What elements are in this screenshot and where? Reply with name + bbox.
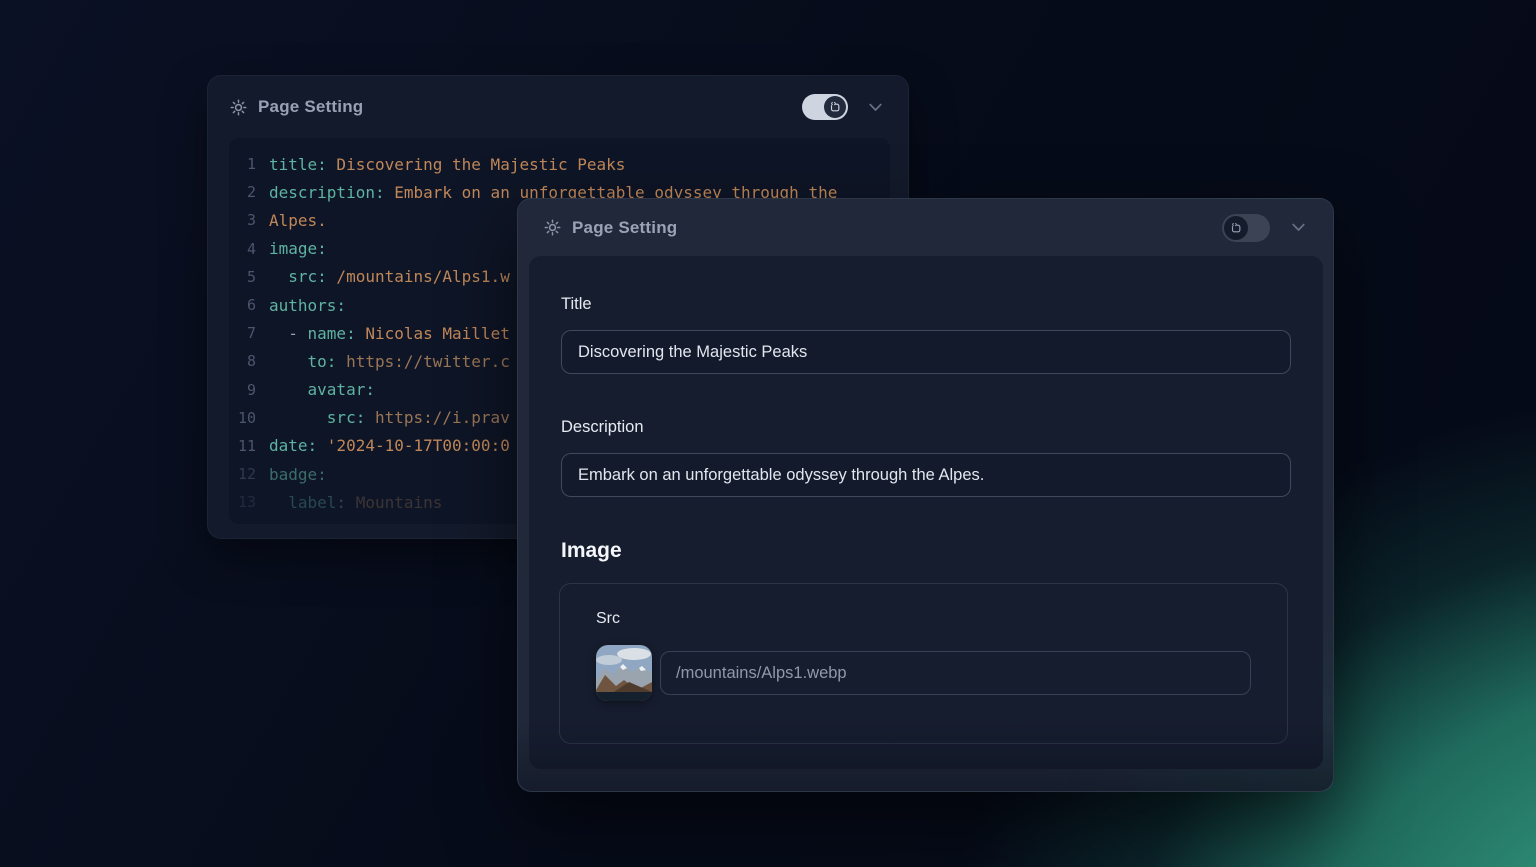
line-number: 12 bbox=[229, 465, 269, 483]
line-number: 9 bbox=[229, 381, 269, 399]
description-input[interactable] bbox=[561, 453, 1291, 497]
image-thumbnail[interactable] bbox=[596, 645, 652, 701]
panel-title: Page Setting bbox=[572, 218, 677, 238]
page-background: Page Setting 1title: Discovering the Maj… bbox=[0, 0, 1536, 867]
line-number: 10 bbox=[229, 409, 269, 427]
gear-icon bbox=[543, 218, 562, 237]
gear-icon bbox=[229, 98, 248, 117]
description-label: Description bbox=[561, 418, 1291, 437]
code-form-toggle-icon bbox=[828, 100, 842, 114]
title-input[interactable] bbox=[561, 330, 1291, 374]
line-number: 8 bbox=[229, 352, 269, 370]
line-number: 6 bbox=[229, 296, 269, 314]
mountain-photo bbox=[596, 645, 652, 701]
code-line: 1title: Discovering the Majestic Peaks bbox=[229, 150, 890, 178]
image-section-heading: Image bbox=[561, 539, 1291, 563]
title-label: Title bbox=[561, 295, 1291, 314]
line-number: 5 bbox=[229, 268, 269, 286]
line-number: 2 bbox=[229, 183, 269, 201]
chevron-down-icon[interactable] bbox=[865, 97, 886, 118]
page-setting-form-panel: Page Setting Title Description I bbox=[517, 198, 1334, 792]
src-label: Src bbox=[596, 610, 1251, 628]
chevron-down-icon[interactable] bbox=[1288, 217, 1309, 238]
form-panel-header: Page Setting bbox=[518, 199, 1333, 256]
toggle-knob bbox=[824, 96, 846, 118]
panel-title: Page Setting bbox=[258, 97, 363, 117]
code-form-toggle-icon bbox=[1229, 221, 1243, 235]
line-number: 13 bbox=[229, 493, 269, 511]
line-number: 3 bbox=[229, 211, 269, 229]
code-form-toggle[interactable] bbox=[802, 94, 848, 120]
code-panel-header: Page Setting bbox=[208, 76, 908, 138]
src-input[interactable] bbox=[660, 651, 1251, 695]
line-number: 1 bbox=[229, 155, 269, 173]
line-number: 7 bbox=[229, 324, 269, 342]
line-number: 4 bbox=[229, 240, 269, 258]
page-setting-form: Title Description Image Src bbox=[529, 256, 1323, 769]
line-number: 11 bbox=[229, 437, 269, 455]
image-settings-card: Src bbox=[559, 583, 1288, 744]
toggle-knob bbox=[1224, 216, 1248, 240]
code-form-toggle[interactable] bbox=[1222, 214, 1270, 242]
